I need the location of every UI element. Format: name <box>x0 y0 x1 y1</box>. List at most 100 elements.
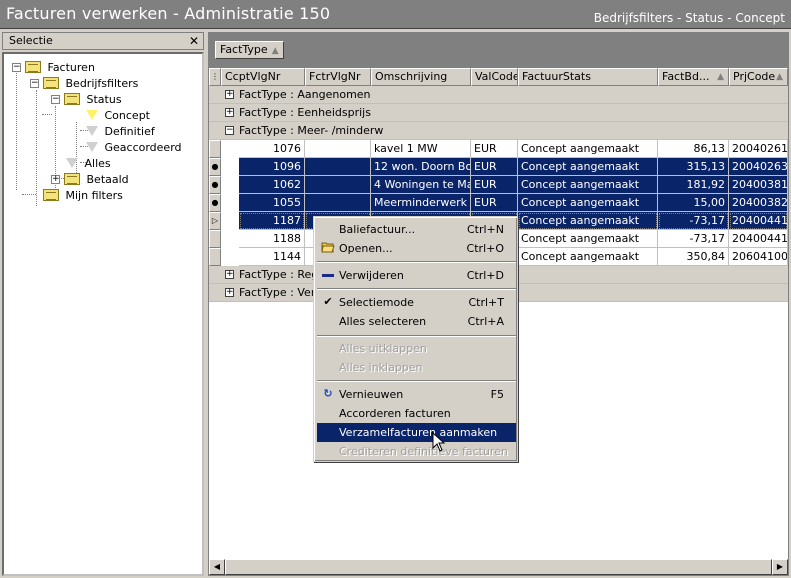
row-selector[interactable]: ● <box>209 194 221 212</box>
group-row-eenheidsprijs[interactable]: + FactType : Eenheidsprijs <box>209 104 788 122</box>
menu-item-baliefactuur[interactable]: Baliefactuur... Ctrl+N <box>317 220 516 239</box>
cell-prjcode: 20400382-M <box>729 194 788 212</box>
menu-item-accorderen-facturen[interactable]: Accorderen facturen <box>317 404 516 423</box>
menu-item-crediteren: Crediteren definitieve facturen <box>339 445 508 458</box>
tree-node-facturen[interactable]: − Facturen <box>8 60 95 76</box>
cell-prjcode: 206041003M <box>729 248 788 266</box>
cell-factuurstats: Concept aangemaakt <box>518 176 658 194</box>
menu-item-verzamelfacturen-aanmaken[interactable]: Verzamelfacturen aanmaken <box>317 423 516 442</box>
expand-icon[interactable]: + <box>225 108 234 117</box>
group-row-meerminder[interactable]: − FactType : Meer- /minderw <box>209 122 788 140</box>
cell-omschrijving: Meerminderwerk <box>371 194 471 212</box>
group-row-aangenomen[interactable]: + FactType : Aangenomen <box>209 86 788 104</box>
sort-asc-icon: ▲ <box>776 72 783 82</box>
cell-prjcode: 20400441-M <box>729 212 788 230</box>
cell-omschrijving: 4 Woningen te Maa <box>371 176 471 194</box>
collapse-icon[interactable]: − <box>51 95 60 104</box>
cell-valcode: EUR <box>471 194 518 212</box>
menu-item-alles-inklappen: Alles inklappen <box>339 361 423 374</box>
table-row[interactable]: 1076 kavel 1 MW EUR Concept aangemaakt 8… <box>209 140 788 158</box>
column-header-factbedrag[interactable]: FactBd... ▲ <box>658 68 729 86</box>
table-row[interactable]: ● 1055 Meerminderwerk EUR Concept aangem… <box>209 194 788 212</box>
tree-node-definitief[interactable]: Definitief <box>86 124 155 140</box>
menu-separator <box>317 335 516 337</box>
scrollbar-thumb[interactable] <box>225 559 772 575</box>
expand-icon[interactable]: + <box>225 90 234 99</box>
tree-node-alles[interactable]: Alles <box>66 156 111 172</box>
column-header-factuurstats[interactable]: FactuurStats <box>518 68 658 86</box>
cell-factbedrag: 181,92 <box>658 176 729 194</box>
table-row[interactable]: ● 1096 12 won. Doorn Bou EUR Concept aan… <box>209 158 788 176</box>
grid-header: ⋮ CcptVlgNr FctrVlgNr Omschrijving ValCo… <box>209 68 788 86</box>
menu-item-alles-uitklappen: Alles uitklappen <box>339 342 427 355</box>
column-header-ccptvlgnr[interactable]: CcptVlgNr <box>221 68 305 86</box>
table-row[interactable]: ● 1062 4 Woningen te Maa EUR Concept aan… <box>209 176 788 194</box>
cell-ccptvlgnr: 1062 <box>239 176 305 194</box>
expand-icon[interactable]: + <box>225 288 234 297</box>
cell-factuurstats: Concept aangemaakt <box>518 212 658 230</box>
tree-node-mijn-filters[interactable]: Mijn filters <box>26 188 123 204</box>
horizontal-scrollbar[interactable]: ◀ ▶ <box>209 559 788 575</box>
cell-omschrijving: 12 won. Doorn Bou <box>371 158 471 176</box>
menu-item-verwijderen[interactable]: Verwijderen Ctrl+D <box>317 266 516 285</box>
cell-ccptvlgnr: 1055 <box>239 194 305 212</box>
cell-factbedrag: -73,17 <box>658 230 729 248</box>
filter-folder-icon <box>64 93 80 105</box>
refresh-icon: ↻ <box>323 387 333 400</box>
row-selector[interactable] <box>209 230 221 248</box>
tree-node-geaccordeerd[interactable]: Geaccordeerd <box>86 140 182 156</box>
mouse-pointer-icon <box>432 432 446 452</box>
row-selector[interactable]: ▷ <box>209 212 221 230</box>
funnel-icon <box>86 142 98 152</box>
cell-factbedrag: 350,84 <box>658 248 729 266</box>
tree-node-bedrijfsfilters[interactable]: − Bedrijfsfilters <box>26 76 138 92</box>
cell-ccptvlgnr: 1076 <box>239 140 305 158</box>
selection-panel-title: Selectie <box>9 34 53 47</box>
minus-icon <box>321 268 335 282</box>
cell-fctrvlgnr <box>305 158 371 176</box>
row-selector[interactable] <box>209 248 221 266</box>
row-selector[interactable] <box>209 140 221 158</box>
menu-item-openen[interactable]: Openen... Ctrl+O <box>317 239 516 258</box>
sort-asc-icon: ▲ <box>271 46 279 56</box>
cell-valcode: EUR <box>471 158 518 176</box>
cell-factbedrag: 86,13 <box>658 140 729 158</box>
cell-ccptvlgnr: 1096 <box>239 158 305 176</box>
expand-icon[interactable]: + <box>225 270 234 279</box>
collapse-icon[interactable]: − <box>30 79 39 88</box>
collapse-icon[interactable]: − <box>12 63 21 72</box>
column-header-valcode[interactable]: ValCode <box>471 68 518 86</box>
menu-item-alles-selecteren[interactable]: Alles selecteren Ctrl+A <box>317 312 516 331</box>
cell-factuurstats: Concept aangemaakt <box>518 158 658 176</box>
window-title: Facturen verwerken - Administratie 150 <box>6 4 331 23</box>
tree-node-concept[interactable]: Concept <box>86 108 150 124</box>
menu-item-selectiemode[interactable]: ✔ Selectiemode Ctrl+T <box>317 293 516 312</box>
column-chooser-icon[interactable]: ⋮ <box>209 68 221 86</box>
scroll-left-icon[interactable]: ◀ <box>209 559 225 575</box>
funnel-icon <box>86 126 98 136</box>
row-selector[interactable]: ● <box>209 158 221 176</box>
column-header-omschrijving[interactable]: Omschrijving <box>371 68 471 86</box>
group-by-bar: FactType ▲ <box>209 33 788 68</box>
tree-node-status[interactable]: − Status <box>44 92 122 108</box>
collapse-icon[interactable]: − <box>225 126 234 135</box>
filter-folder-icon <box>64 173 80 185</box>
close-icon[interactable]: ✕ <box>189 33 199 49</box>
funnel-icon <box>66 158 78 168</box>
group-by-chip[interactable]: FactType ▲ <box>215 41 284 59</box>
cell-factbedrag: -73,17 <box>658 212 729 230</box>
cell-valcode: EUR <box>471 176 518 194</box>
selection-panel: Selectie ✕ − Facturen − Bedrijfsfilters … <box>2 32 204 576</box>
filter-folder-icon <box>43 77 59 89</box>
row-selector[interactable]: ● <box>209 176 221 194</box>
cell-factbedrag: 315,13 <box>658 158 729 176</box>
menu-separator <box>317 261 516 263</box>
column-header-prjcode[interactable]: PrjCode ▲ <box>729 68 788 86</box>
tree-node-betaald[interactable]: + Betaald <box>44 172 129 188</box>
column-header-fctrvlgnr[interactable]: FctrVlgNr <box>305 68 371 86</box>
menu-item-vernieuwen[interactable]: ↻ Vernieuwen F5 <box>317 385 516 404</box>
expand-icon[interactable]: + <box>51 175 60 184</box>
cell-factbedrag: 15,00 <box>658 194 729 212</box>
scroll-right-icon[interactable]: ▶ <box>772 559 788 575</box>
menu-separator <box>317 380 516 382</box>
